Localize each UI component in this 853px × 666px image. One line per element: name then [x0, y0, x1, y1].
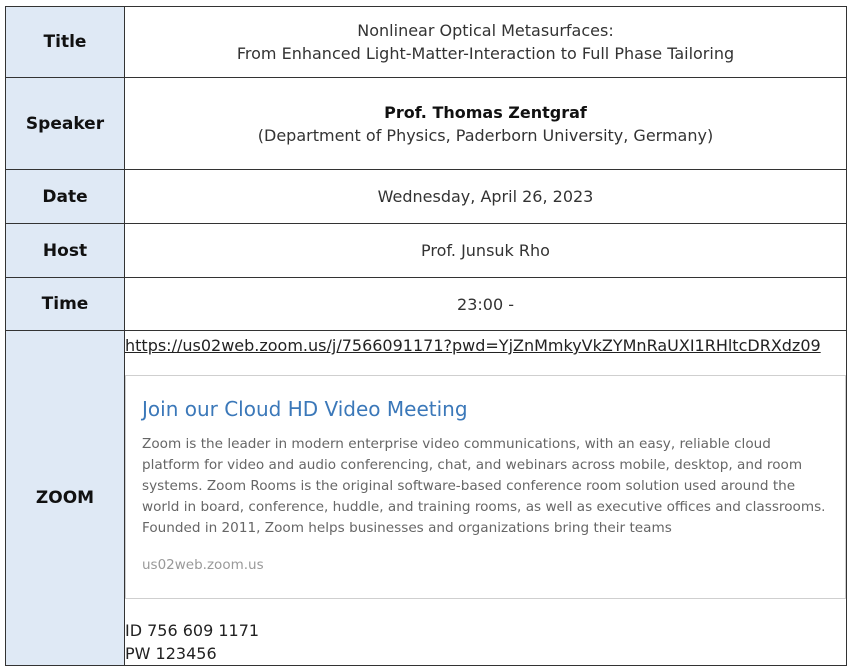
seminar-info-table: Title Nonlinear Optical Metasurfaces: Fr… — [5, 6, 847, 666]
preview-description: Zoom is the leader in modern enterprise … — [142, 436, 826, 536]
date-value: Wednesday, April 26, 2023 — [124, 169, 847, 224]
speaker-value: Prof. Thomas Zentgraf (Department of Phy… — [124, 77, 847, 170]
speaker-affiliation: (Department of Physics, Paderborn Univer… — [257, 125, 714, 145]
meeting-credentials: ID 756 609 1171 PW 123456 — [125, 619, 846, 665]
preview-site: us02web.zoom.us — [142, 557, 264, 573]
time-label: Time — [5, 277, 125, 331]
zoom-label: ZOOM — [5, 330, 125, 666]
meeting-password: PW 123456 — [125, 644, 217, 663]
preview-title[interactable]: Join our Cloud HD Video Meeting — [142, 396, 829, 422]
zoom-meeting-link[interactable]: https://us02web.zoom.us/j/7566091171?pwd… — [125, 335, 846, 357]
title-row: Title Nonlinear Optical Metasurfaces: Fr… — [5, 6, 847, 78]
title-label: Title — [5, 6, 125, 78]
zoom-value: https://us02web.zoom.us/j/7566091171?pwd… — [124, 330, 847, 666]
time-row: Time 23:00 - — [5, 277, 847, 331]
meeting-id: ID 756 609 1171 — [125, 621, 260, 640]
host-value: Prof. Junsuk Rho — [124, 223, 847, 278]
speaker-row: Speaker Prof. Thomas Zentgraf (Departmen… — [5, 77, 847, 170]
date-row: Date Wednesday, April 26, 2023 — [5, 169, 847, 224]
zoom-row: ZOOM https://us02web.zoom.us/j/756609117… — [5, 330, 847, 666]
time-value: 23:00 - — [124, 277, 847, 331]
title-line-2: From Enhanced Light-Matter-Interaction t… — [236, 44, 735, 63]
zoom-link-preview-card[interactable]: Join our Cloud HD Video Meeting Zoom is … — [125, 375, 846, 599]
speaker-label: Speaker — [5, 77, 125, 170]
title-value: Nonlinear Optical Metasurfaces: From Enh… — [124, 6, 847, 78]
title-line-1: Nonlinear Optical Metasurfaces: — [357, 21, 614, 40]
host-label: Host — [5, 223, 125, 278]
speaker-name: Prof. Thomas Zentgraf — [384, 102, 587, 122]
date-label: Date — [5, 169, 125, 224]
host-row: Host Prof. Junsuk Rho — [5, 223, 847, 278]
